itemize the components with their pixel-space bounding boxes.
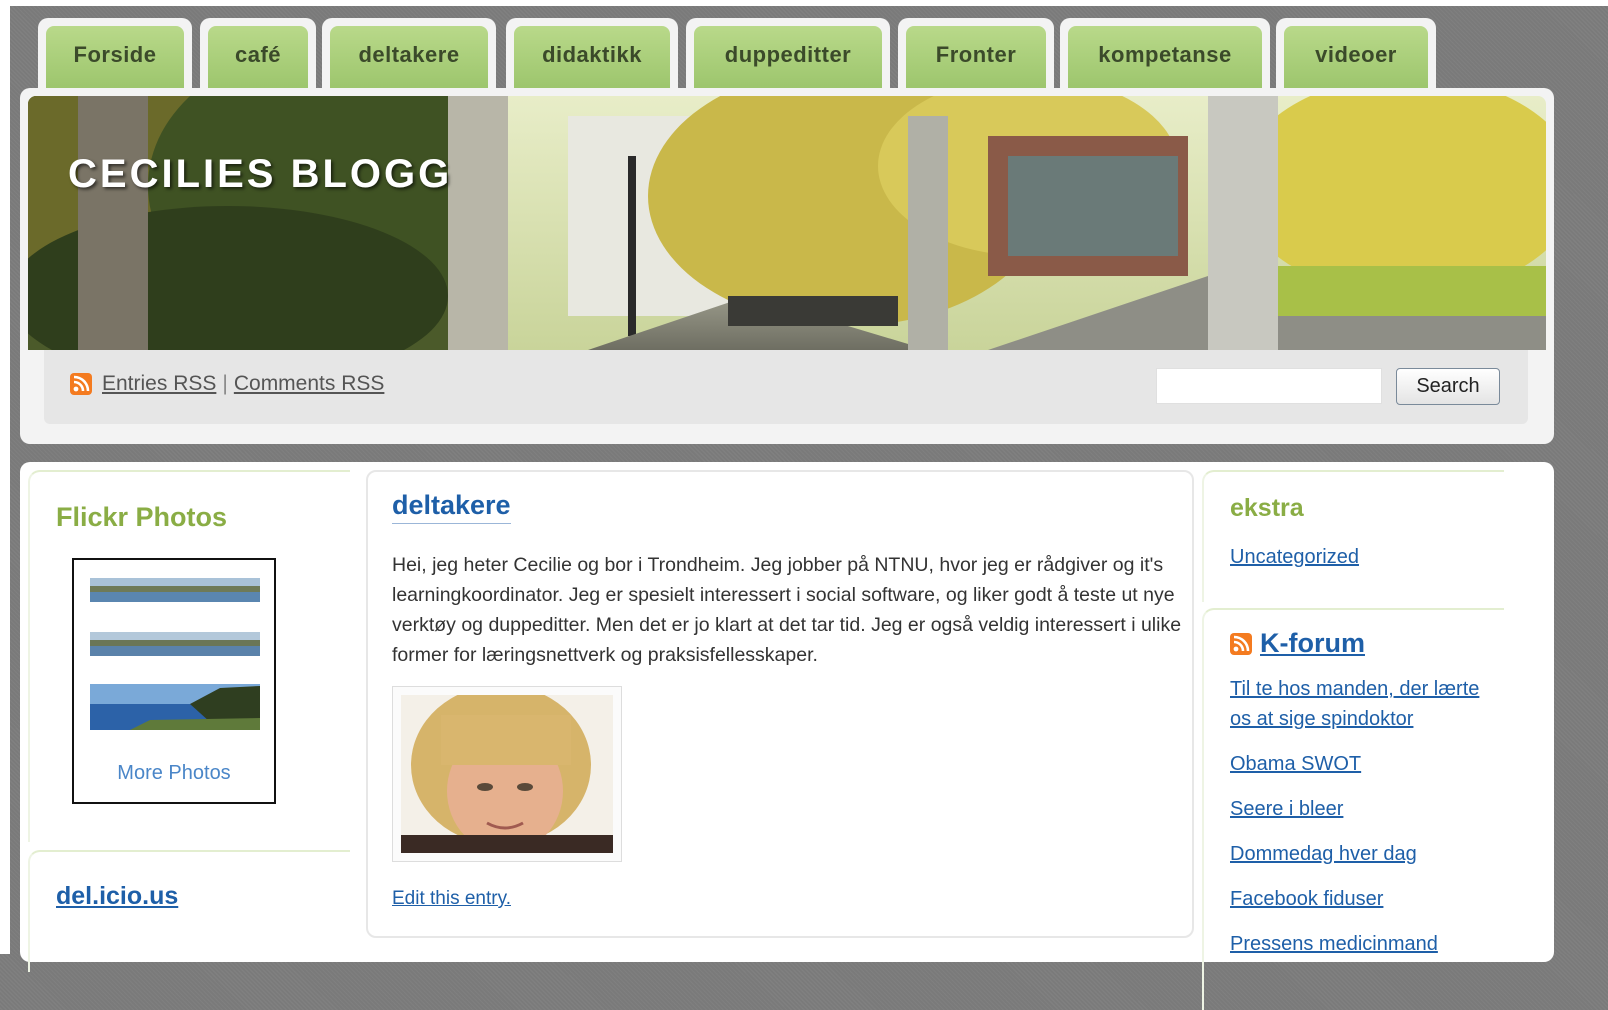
flickr-photo-frame: More Photos — [72, 558, 276, 804]
kforum-widget: K-forum Til te hos manden, der lærte os … — [1202, 608, 1504, 1010]
ekstra-widget: ekstra Uncategorized — [1202, 470, 1504, 602]
tab-forside[interactable]: Forside — [38, 18, 192, 90]
kforum-item[interactable]: Dommedag hver dag — [1230, 839, 1500, 869]
tab-fronter[interactable]: Fronter — [898, 18, 1054, 90]
tab-label: duppeditter — [694, 26, 882, 90]
tab-videoer[interactable]: videoer — [1276, 18, 1436, 90]
tab-label: café — [208, 26, 308, 90]
kforum-item[interactable]: Til te hos manden, der lærte os at sige … — [1230, 674, 1500, 734]
tab-label: deltakere — [330, 26, 488, 90]
more-photos-link[interactable]: More Photos — [74, 762, 274, 785]
header-subbar: Entries RSS | Comments RSS Search — [44, 350, 1528, 424]
rss-separator: | — [222, 372, 228, 395]
page-left-edge — [0, 0, 10, 954]
tab-label: Forside — [46, 26, 184, 90]
blog-title[interactable]: CECILIES BLOGG — [68, 152, 452, 197]
ekstra-widget-title: ekstra — [1230, 494, 1304, 522]
tab-duppeditter[interactable]: duppeditter — [686, 18, 890, 90]
kforum-header: K-forum — [1230, 628, 1365, 659]
rss-icon — [70, 373, 92, 395]
right-sidebar: ekstra Uncategorized K-forum Til te hos … — [1202, 470, 1504, 1010]
header-banner-image: CECILIES BLOGG — [28, 96, 1546, 350]
tab-kompetanse[interactable]: kompetanse — [1060, 18, 1270, 90]
kforum-item[interactable]: Seere i bleer — [1230, 794, 1500, 824]
post-body: Hei, jeg heter Cecilie og bor i Trondhei… — [392, 554, 1182, 666]
header-panel: CECILIES BLOGG Entries RSS | Comments RS… — [20, 88, 1554, 444]
delicious-link[interactable]: del.icio.us — [56, 882, 178, 911]
category-link-uncategorized[interactable]: Uncategorized — [1230, 546, 1359, 569]
content-panel: Flickr Photos More Photos del.icio.us de… — [20, 462, 1554, 1010]
kforum-item[interactable]: Facebook fiduser — [1230, 884, 1500, 914]
tab-label: kompetanse — [1068, 26, 1262, 90]
flickr-widget-title: Flickr Photos — [56, 502, 228, 532]
comments-rss-link[interactable]: Comments RSS — [234, 372, 385, 396]
flickr-photo-1[interactable] — [90, 578, 260, 602]
flickr-photo-2[interactable] — [90, 632, 260, 656]
rss-links: Entries RSS | Comments RSS — [70, 372, 384, 396]
tab-label: didaktikk — [514, 26, 670, 90]
post-photo — [392, 685, 622, 862]
tab-didaktikk[interactable]: didaktikk — [506, 18, 678, 90]
post-title[interactable]: deltakere — [392, 490, 511, 524]
kforum-title-link[interactable]: K-forum — [1260, 628, 1365, 659]
kforum-item[interactable]: Pressens medicinmand — [1230, 929, 1500, 959]
tab-label: Fronter — [906, 26, 1046, 90]
flickr-photo-3[interactable] — [90, 684, 260, 730]
search-button[interactable]: Search — [1396, 368, 1500, 405]
profile-photo — [401, 685, 613, 853]
post: deltakere Hei, jeg heter Cecilie og bor … — [366, 470, 1194, 938]
kforum-item[interactable]: Obama SWOT — [1230, 749, 1500, 779]
flickr-widget: Flickr Photos More Photos — [28, 470, 350, 842]
page-top-edge — [0, 0, 1608, 6]
edit-entry-link[interactable]: Edit this entry. — [392, 888, 511, 910]
tab-label: videoer — [1284, 26, 1428, 90]
search-input[interactable] — [1156, 368, 1382, 404]
entries-rss-link[interactable]: Entries RSS — [102, 372, 216, 396]
rss-icon[interactable] — [1230, 632, 1252, 655]
tab-cafe[interactable]: café — [200, 18, 316, 90]
tab-deltakere[interactable]: deltakere — [322, 18, 496, 90]
kforum-list: Til te hos manden, der lærte os at sige … — [1230, 674, 1500, 974]
